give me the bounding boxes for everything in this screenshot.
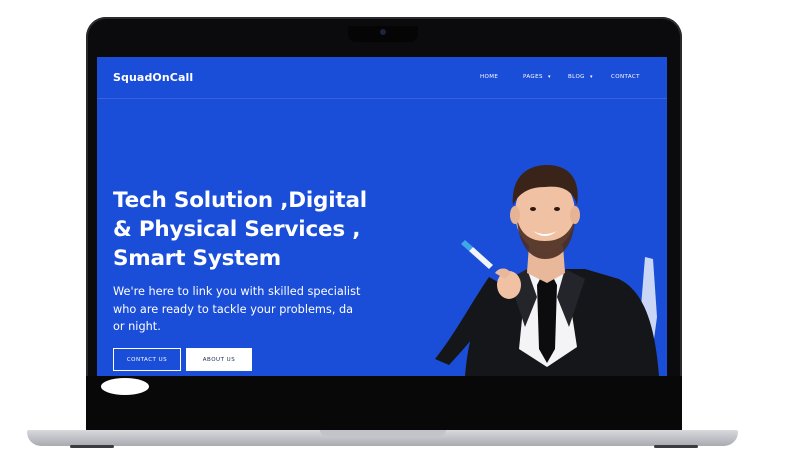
website-screen: SquadOnCall HOME PAGES ▾ BLOG ▾ CONTACT … bbox=[97, 57, 667, 376]
hero-subtitle: We're here to link you with skilled spec… bbox=[113, 283, 383, 336]
nav-item-blog[interactable]: BLOG ▾ bbox=[568, 74, 593, 80]
contact-us-button[interactable]: CONTACT US bbox=[113, 348, 181, 371]
nav-item-pages[interactable]: PAGES ▾ bbox=[523, 74, 551, 80]
brand-logo[interactable]: SquadOnCall bbox=[113, 71, 193, 84]
hero-subtitle-line: We're here to link you with skilled spec… bbox=[113, 285, 361, 298]
hero-title-line: Tech Solution ,Digital bbox=[113, 188, 367, 213]
nav-item-label: BLOG bbox=[568, 74, 585, 80]
nav-item-label: PAGES bbox=[523, 74, 543, 80]
laptop-bezel-bottom bbox=[86, 376, 682, 430]
laptop-foot bbox=[654, 445, 698, 448]
chevron-down-icon: ▾ bbox=[590, 74, 593, 80]
hero-subtitle-line: who are ready to tackle your problems, d… bbox=[113, 302, 354, 316]
laptop-opening-notch bbox=[320, 430, 446, 436]
screen-smudge bbox=[101, 378, 149, 395]
businessman-image bbox=[435, 165, 659, 376]
nav-item-label: CONTACT bbox=[611, 74, 640, 80]
nav-item-label: HOME bbox=[480, 74, 499, 80]
laptop-mockup: SquadOnCall HOME PAGES ▾ BLOG ▾ CONTACT … bbox=[0, 0, 800, 463]
nav-item-home[interactable]: HOME bbox=[480, 74, 498, 80]
chevron-down-icon: ▾ bbox=[548, 74, 551, 80]
nav-item-contact[interactable]: CONTACT bbox=[611, 74, 640, 80]
top-navbar: SquadOnCall HOME PAGES ▾ BLOG ▾ CONTACT bbox=[97, 57, 667, 99]
webcam-icon bbox=[380, 29, 386, 35]
hero-title: Tech Solution ,Digital & Physical Servic… bbox=[113, 186, 393, 273]
hero-title-line: Smart System bbox=[113, 246, 281, 271]
laptop-foot bbox=[70, 445, 114, 448]
hero-subtitle-line: or night. bbox=[113, 320, 161, 333]
about-us-button[interactable]: ABOUT US bbox=[186, 348, 252, 371]
hero-title-line: & Physical Services , bbox=[113, 217, 361, 242]
